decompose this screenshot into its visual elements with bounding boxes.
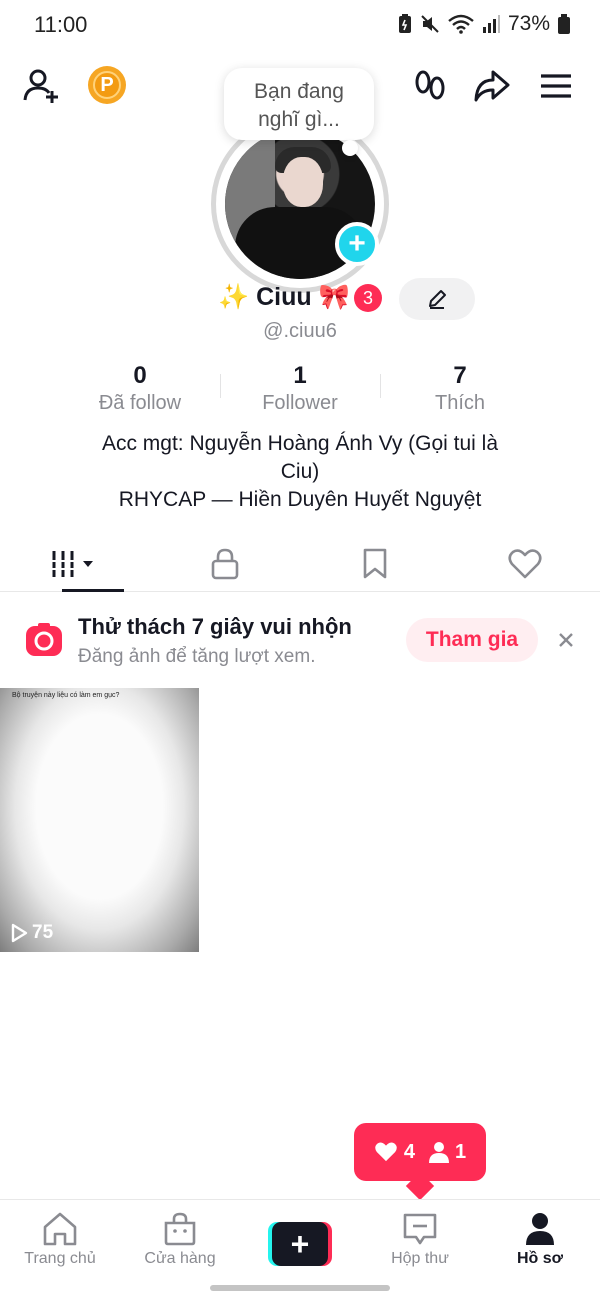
battery-saver-icon (398, 14, 411, 33)
person-icon (429, 1142, 449, 1163)
status-icons: 73% (398, 12, 570, 36)
shopping-bag-icon (164, 1212, 196, 1246)
stat-divider (380, 374, 381, 398)
tab-saved[interactable] (300, 536, 450, 591)
mute-icon (421, 15, 439, 33)
signal-icon (482, 15, 500, 33)
profile-bio: Acc mgt: Nguyễn Hoàng Ánh Vy (Gọi tui là… (60, 430, 540, 514)
bookmark-icon (363, 548, 387, 578)
edit-profile-button[interactable] (399, 278, 475, 320)
play-icon (11, 923, 28, 943)
stat-following[interactable]: 0 Đã follow (60, 362, 220, 418)
status-time: 11:00 (34, 12, 88, 37)
heart-icon (508, 548, 542, 578)
name-row: ✨ Ciuu 🎀 3 (0, 278, 600, 320)
display-name: ✨ Ciuu 🎀 (218, 283, 350, 311)
thought-line-1: Bạn đang (254, 80, 344, 103)
activity-likes-count: 4 (403, 1140, 415, 1163)
stat-likes[interactable]: 7 Thích (380, 362, 540, 418)
add-friend-icon[interactable] (20, 64, 64, 108)
plus-icon: + (272, 1222, 328, 1266)
battery-percent: 73% (507, 12, 550, 35)
join-challenge-button[interactable]: Tham gia (406, 618, 538, 662)
nav-shop[interactable]: Cửa hàng (120, 1200, 240, 1279)
create-button[interactable]: + (268, 1222, 332, 1266)
stat-value: 1 (293, 362, 307, 389)
stat-label: Đã follow (98, 392, 182, 414)
bio-line-1: Acc mgt: Nguyễn Hoàng Ánh Vy (Gọi tui là (101, 432, 499, 455)
heart-icon (375, 1142, 397, 1162)
tab-private[interactable] (150, 536, 300, 591)
profile-icon (526, 1213, 554, 1245)
video-thumbnail[interactable]: Bộ truyện này liệu có làm em gục? 75 (0, 688, 199, 952)
challenge-title: Thử thách 7 giây vui nhộn (78, 614, 352, 639)
tab-liked[interactable] (450, 536, 600, 591)
grid-icon (52, 550, 93, 577)
add-story-button[interactable]: + (335, 222, 379, 266)
nav-label: Hộp thư (391, 1250, 449, 1267)
bottom-nav: Trang chủ Cửa hàng + Hộp thư Hồ sơ (0, 1199, 600, 1279)
stat-value: 0 (133, 362, 147, 389)
camera-icon (26, 623, 62, 656)
thought-bubble-tail (342, 140, 358, 156)
profile-tabs (0, 536, 600, 592)
battery-icon (558, 14, 570, 34)
nav-profile[interactable]: Hồ sơ (480, 1200, 600, 1279)
activity-followers: 1 (429, 1141, 466, 1164)
wifi-icon (448, 14, 474, 34)
view-count: 75 (10, 922, 53, 944)
bio-line-3: RHYCAP — Hiền Duyên Huyết Nguyệt (118, 488, 482, 511)
challenge-banner[interactable]: Thử thách 7 giây vui nhộn Đăng ảnh để tă… (0, 600, 600, 680)
activity-followers-count: 1 (455, 1140, 467, 1163)
thought-line-2: nghĩ gì... (258, 108, 340, 131)
stat-divider (220, 374, 221, 398)
status-bar: 11:00 73% (0, 0, 600, 50)
tab-videos[interactable] (0, 536, 150, 592)
nav-label: Hồ sơ (516, 1250, 564, 1267)
stat-followers[interactable]: 1 Follower (220, 362, 380, 418)
menu-icon[interactable] (534, 64, 578, 108)
username: @.ciuu6 (263, 320, 337, 342)
stat-label: Follower (262, 392, 338, 414)
thought-bubble[interactable]: Bạn đang nghĩ gì... (224, 68, 374, 140)
home-indicator[interactable] (210, 1285, 390, 1291)
nav-create[interactable]: + (240, 1200, 360, 1279)
share-icon[interactable] (470, 64, 514, 108)
notification-badge[interactable]: 3 (354, 284, 382, 312)
pencil-icon (429, 290, 446, 309)
profile-stats: 0 Đã follow 1 Follower 7 Thích (60, 362, 540, 418)
activity-popup[interactable]: 4 1 (354, 1123, 486, 1181)
challenge-subtitle: Đăng ảnh để tăng lượt xem. (78, 646, 316, 667)
nav-label: Cửa hàng (144, 1250, 216, 1267)
coin-icon[interactable]: P (88, 66, 126, 104)
lock-icon (211, 548, 239, 579)
stat-value: 7 (453, 362, 467, 389)
nav-inbox[interactable]: Hộp thư (360, 1200, 480, 1279)
view-count-value: 75 (32, 922, 54, 943)
inbox-icon (403, 1213, 437, 1245)
video-caption: Bộ truyện này liệu có làm em gục? (12, 692, 120, 699)
stat-label: Thích (434, 392, 486, 414)
bio-line-2: Ciu) (280, 460, 320, 483)
profile-views-icon[interactable] (408, 64, 452, 108)
nav-home[interactable]: Trang chủ (0, 1200, 120, 1279)
home-icon (43, 1212, 77, 1246)
close-icon[interactable] (552, 626, 580, 654)
nav-label: Trang chủ (24, 1250, 96, 1267)
activity-likes: 4 (374, 1141, 415, 1164)
